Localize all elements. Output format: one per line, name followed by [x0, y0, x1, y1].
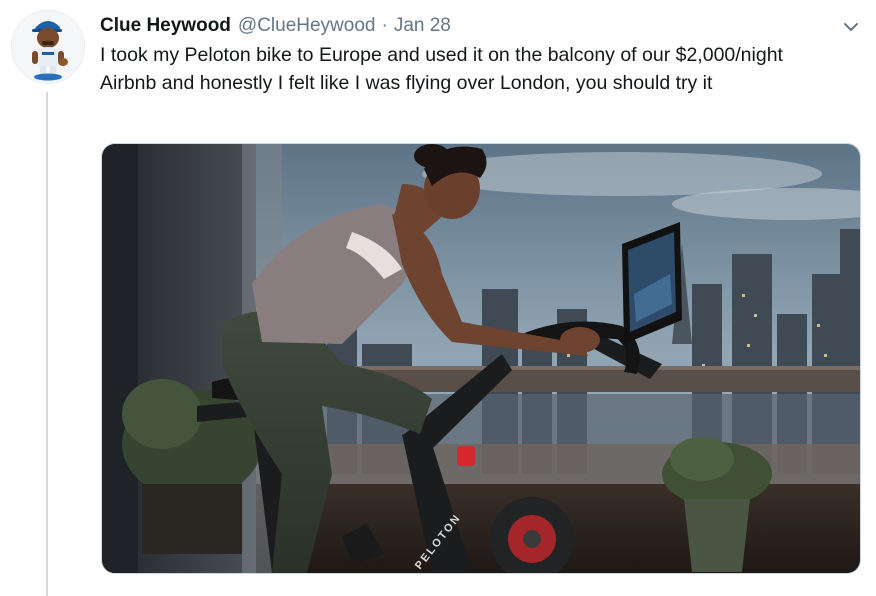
- thread-connector-line: [46, 92, 48, 596]
- separator-dot: ·: [381, 15, 388, 36]
- tweet-date[interactable]: Jan 28: [394, 15, 451, 37]
- user-handle[interactable]: @ClueHeywood: [238, 15, 376, 37]
- chevron-down-icon: [844, 23, 858, 31]
- peloton-photo: PELOTON: [102, 144, 860, 573]
- tweet-media-photo[interactable]: PELOTON: [101, 143, 861, 574]
- bobblehead-avatar-icon: [12, 11, 84, 83]
- tweet-header: Clue Heywood @ClueHeywood · Jan 28: [100, 12, 451, 40]
- tweet-text: I took my Peloton bike to Europe and use…: [100, 44, 783, 94]
- display-name[interactable]: Clue Heywood: [100, 15, 231, 37]
- tweet-menu-button[interactable]: [839, 17, 863, 37]
- avatar[interactable]: [11, 10, 85, 84]
